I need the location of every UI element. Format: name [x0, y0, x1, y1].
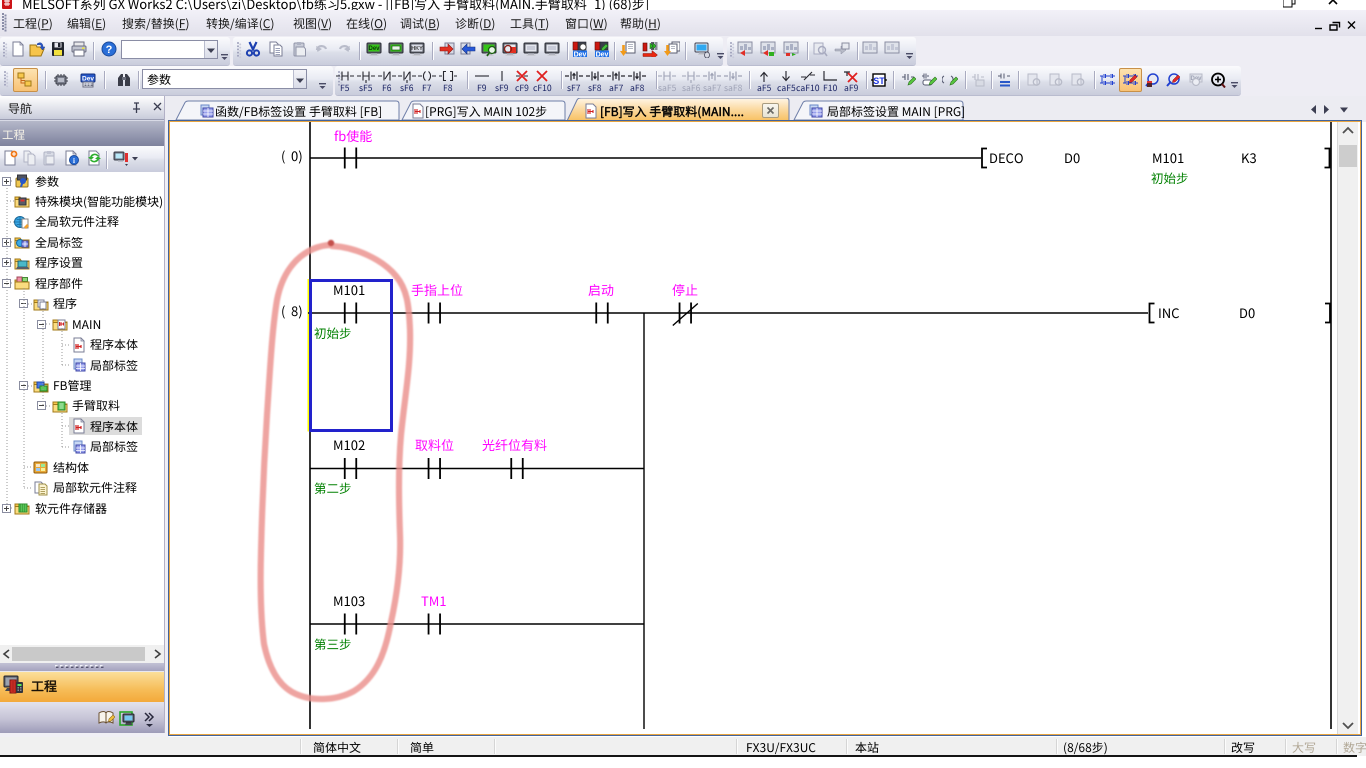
svg-text:i: i: [73, 157, 75, 165]
svg-text:?: ?: [106, 44, 113, 56]
svg-text:ST: ST: [873, 76, 885, 86]
svg-text:HKY: HKY: [411, 46, 423, 52]
svg-text:Dev: Dev: [82, 76, 94, 83]
svg-text:Dev: Dev: [368, 46, 380, 52]
svg-text:Dev: Dev: [596, 52, 609, 58]
svg-text:Dev: Dev: [574, 52, 587, 58]
